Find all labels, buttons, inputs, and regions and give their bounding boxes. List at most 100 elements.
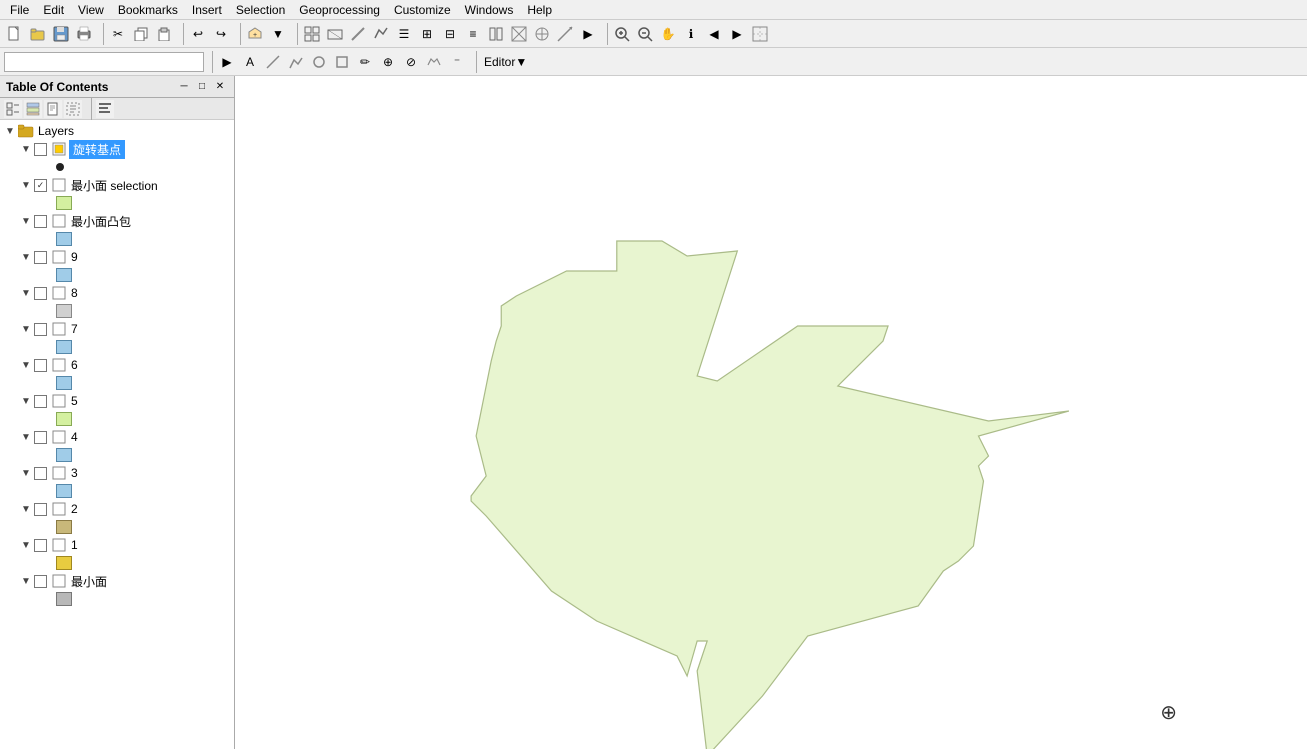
layer-9[interactable]: ▼ 9	[0, 248, 234, 266]
save-button[interactable]	[50, 23, 72, 45]
editor-btn-7[interactable]: ✏	[354, 51, 376, 73]
layer-最小面凸包-toggle[interactable]: ▼	[20, 215, 32, 227]
zoom-extra[interactable]	[749, 23, 771, 45]
copy-button[interactable]	[130, 23, 152, 45]
layer-旋转基点[interactable]: ▼ 旋转基点	[0, 140, 234, 158]
redo-button[interactable]: ↪	[210, 23, 232, 45]
layer-旋转基点-check[interactable]	[34, 143, 47, 156]
editor-btn-3[interactable]	[262, 51, 284, 73]
editor-btn-8[interactable]: ⊕	[377, 51, 399, 73]
pan-button[interactable]: ✋	[657, 23, 679, 45]
layer-2[interactable]: ▼ 2	[0, 500, 234, 518]
edit-tool-9[interactable]	[485, 23, 507, 45]
layer-最小面selection[interactable]: ▼ 最小面 selection	[0, 176, 234, 194]
layer-最小面[interactable]: ▼ 最小面	[0, 572, 234, 590]
layer-旋转基点-toggle[interactable]: ▼	[20, 143, 32, 155]
layer-1-toggle[interactable]: ▼	[20, 539, 32, 551]
menu-bookmarks[interactable]: Bookmarks	[112, 1, 184, 19]
layer-8-check[interactable]	[34, 287, 47, 300]
layer-4-check[interactable]	[34, 431, 47, 444]
toc-list-view[interactable]	[4, 100, 22, 118]
zoom-next[interactable]: ▶	[726, 23, 748, 45]
undo-button[interactable]: ↩	[187, 23, 209, 45]
layer-3-toggle[interactable]: ▼	[20, 467, 32, 479]
menu-view[interactable]: View	[72, 1, 110, 19]
editor-btn-5[interactable]	[308, 51, 330, 73]
toc-maximize[interactable]: □	[194, 79, 210, 95]
toc-close[interactable]: ✕	[212, 79, 228, 95]
menu-windows[interactable]: Windows	[459, 1, 520, 19]
layer-3-check[interactable]	[34, 467, 47, 480]
edit-tool-11[interactable]	[531, 23, 553, 45]
edit-tool-10[interactable]	[508, 23, 530, 45]
layer-最小面凸包[interactable]: ▼ 最小面凸包	[0, 212, 234, 230]
zoom-out-button[interactable]	[634, 23, 656, 45]
edit-tool-8[interactable]: ≡	[462, 23, 484, 45]
open-button[interactable]	[27, 23, 49, 45]
toc-source-view[interactable]	[44, 100, 62, 118]
layer-6-check[interactable]	[34, 359, 47, 372]
zoom-in-button[interactable]	[611, 23, 633, 45]
menu-geoprocessing[interactable]: Geoprocessing	[293, 1, 386, 19]
layer-3[interactable]: ▼ 3	[0, 464, 234, 482]
layer-4[interactable]: ▼ 4	[0, 428, 234, 446]
layer-6-toggle[interactable]: ▼	[20, 359, 32, 371]
layer-7[interactable]: ▼ 7	[0, 320, 234, 338]
toc-minimize[interactable]: ─	[176, 79, 192, 95]
zoom-prev[interactable]: ◀	[703, 23, 725, 45]
new-button[interactable]	[4, 23, 26, 45]
layer-7-check[interactable]	[34, 323, 47, 336]
layer-2-check[interactable]	[34, 503, 47, 516]
menu-help[interactable]: Help	[521, 1, 558, 19]
layer-最小面selection-check[interactable]	[34, 179, 47, 192]
paste-button[interactable]	[153, 23, 175, 45]
layer-6[interactable]: ▼ 6	[0, 356, 234, 374]
editor-btn-2[interactable]: A	[239, 51, 261, 73]
menu-file[interactable]: File	[4, 1, 35, 19]
toc-selection-view[interactable]	[64, 100, 82, 118]
edit-tool-1[interactable]	[301, 23, 323, 45]
editor-btn-1[interactable]: ▶	[216, 51, 238, 73]
layers-toggle[interactable]: ▼	[4, 125, 16, 137]
map-area[interactable]: ⊕	[235, 76, 1307, 749]
menu-insert[interactable]: Insert	[186, 1, 228, 19]
editor-btn-11[interactable]: ⁻	[446, 51, 468, 73]
edit-tool-12[interactable]	[554, 23, 576, 45]
edit-tool-2[interactable]	[324, 23, 346, 45]
edit-tool-7[interactable]: ⊟	[439, 23, 461, 45]
toc-drawing-view[interactable]	[24, 100, 42, 118]
menu-customize[interactable]: Customize	[388, 1, 457, 19]
layer-最小面凸包-check[interactable]	[34, 215, 47, 228]
layer-9-toggle[interactable]: ▼	[20, 251, 32, 263]
layer-4-toggle[interactable]: ▼	[20, 431, 32, 443]
add-data-dropdown[interactable]: ▼	[267, 23, 289, 45]
menu-edit[interactable]: Edit	[37, 1, 70, 19]
menu-selection[interactable]: Selection	[230, 1, 291, 19]
edit-tool-4[interactable]	[370, 23, 392, 45]
more-tools[interactable]: ▶	[577, 23, 599, 45]
edit-tool-3[interactable]	[347, 23, 369, 45]
identify-button[interactable]: ℹ	[680, 23, 702, 45]
layer-8-toggle[interactable]: ▼	[20, 287, 32, 299]
layer-7-toggle[interactable]: ▼	[20, 323, 32, 335]
layer-9-check[interactable]	[34, 251, 47, 264]
toc-options[interactable]	[96, 100, 114, 118]
print-button[interactable]	[73, 23, 95, 45]
add-data-button[interactable]: +	[244, 23, 266, 45]
layer-8[interactable]: ▼ 8	[0, 284, 234, 302]
edit-tool-6[interactable]: ⊞	[416, 23, 438, 45]
editor-btn-10[interactable]	[423, 51, 445, 73]
layer-2-toggle[interactable]: ▼	[20, 503, 32, 515]
editor-combo[interactable]	[4, 52, 204, 72]
layer-最小面-toggle[interactable]: ▼	[20, 575, 32, 587]
layer-1[interactable]: ▼ 1	[0, 536, 234, 554]
editor-btn-4[interactable]	[285, 51, 307, 73]
layer-最小面selection-toggle[interactable]: ▼	[20, 179, 32, 191]
editor-btn-9[interactable]: ⊘	[400, 51, 422, 73]
cut-button[interactable]: ✂	[107, 23, 129, 45]
layer-最小面-check[interactable]	[34, 575, 47, 588]
layer-5[interactable]: ▼ 5	[0, 392, 234, 410]
layer-5-check[interactable]	[34, 395, 47, 408]
layer-5-toggle[interactable]: ▼	[20, 395, 32, 407]
layers-root[interactable]: ▼ Layers	[0, 122, 234, 140]
